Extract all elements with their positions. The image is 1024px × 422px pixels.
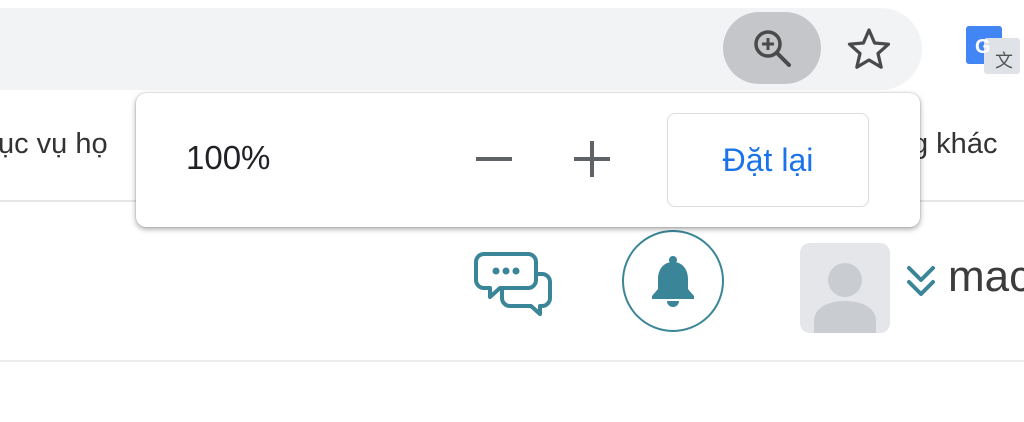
notifications-button[interactable] [622,230,724,332]
chat-bubbles-icon[interactable] [474,248,554,316]
username-label[interactable]: mac [948,252,1024,302]
zoom-out-button[interactable] [466,131,522,187]
star-icon [847,28,891,69]
bell-icon [652,256,694,307]
minus-icon [476,157,512,161]
zoom-level-value: 100% [186,139,271,176]
zoom-popup: 100% Đặt lại [136,93,920,227]
zoom-in-button[interactable] [564,131,620,187]
svg-text:G: G [975,36,991,58]
bookmark-star-button[interactable] [838,18,900,80]
browser-toolbar: G 文 [0,0,1024,95]
reset-zoom-button[interactable]: Đặt lại [667,113,869,207]
zoom-button[interactable] [723,12,821,84]
user-avatar[interactable] [800,243,890,333]
double-chevron-down-icon[interactable] [904,262,938,302]
user-avatar-icon [814,263,876,333]
plus-icon [574,141,610,177]
menu-link-left[interactable]: ục vụ họ [0,128,108,161]
header-divider [0,360,1024,362]
menu-link-right[interactable]: g khác [912,128,997,161]
zoom-in-icon [754,30,791,67]
google-translate-icon[interactable]: G 文 [962,22,1024,78]
svg-text:文: 文 [995,51,1013,72]
